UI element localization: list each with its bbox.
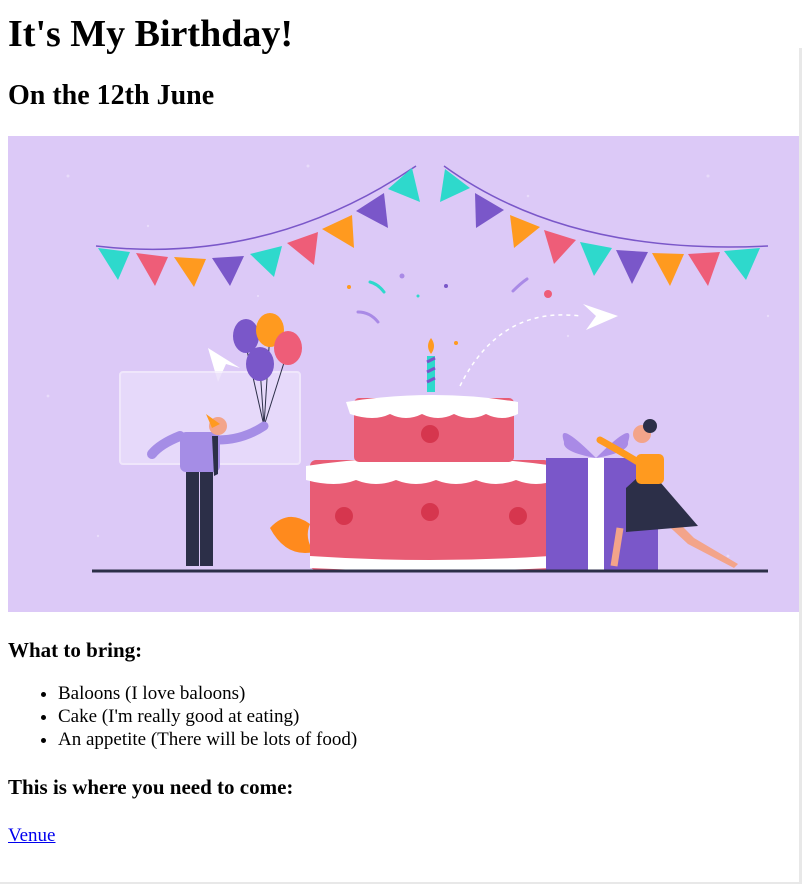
list-item: Baloons (I love baloons): [58, 682, 794, 705]
list-item: Cake (I'm really good at eating): [58, 705, 794, 728]
list-item: An appetite (There will be lots of food): [58, 728, 794, 751]
birthday-illustration: [8, 136, 800, 612]
page-content: It's My Birthday! On the 12th June What …: [0, 12, 802, 847]
venue-link[interactable]: Venue: [8, 825, 55, 847]
party-date: On the 12th June: [8, 80, 215, 111]
bring-heading: What to bring:: [8, 638, 143, 662]
where-heading: This is where you need to come:: [8, 775, 294, 799]
page-title: It's My Birthday!: [8, 13, 293, 55]
bring-list: Baloons (I love baloons) Cake (I'm reall…: [8, 682, 794, 751]
